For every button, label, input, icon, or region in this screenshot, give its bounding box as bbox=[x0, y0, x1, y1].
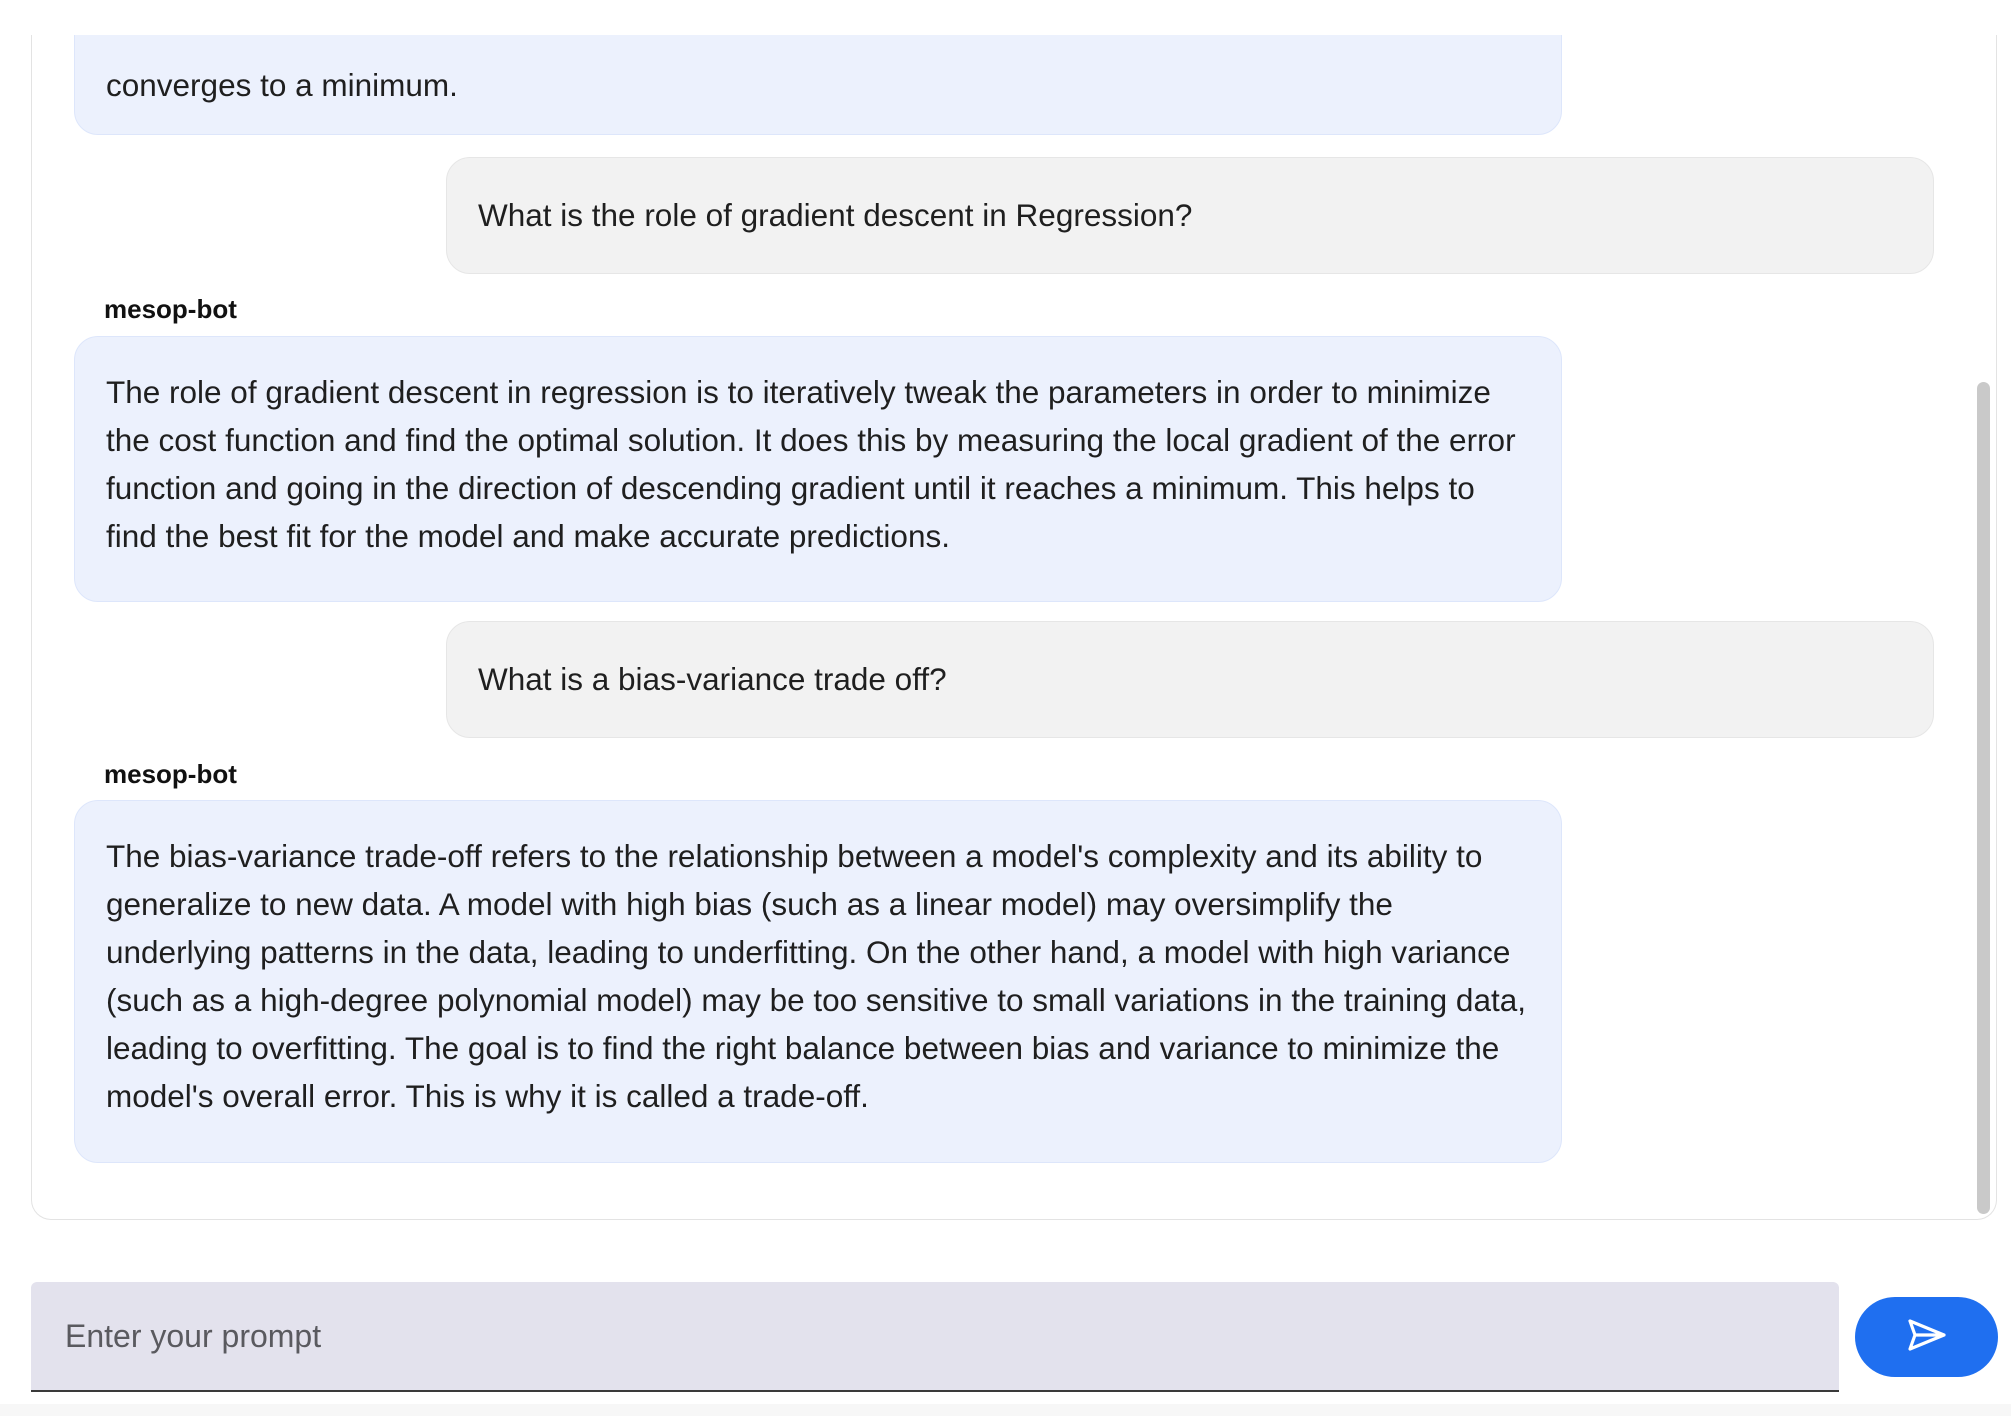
prompt-input[interactable] bbox=[63, 1316, 1807, 1356]
send-icon bbox=[1907, 1318, 1947, 1357]
user-message-bubble: What is a bias-variance trade off? bbox=[446, 621, 1934, 738]
prompt-field[interactable] bbox=[31, 1282, 1839, 1392]
bot-message-text: The bias-variance trade-off refers to th… bbox=[106, 838, 1526, 1114]
bot-message-bubble: converges to a minimum. bbox=[74, 35, 1562, 135]
bot-message-text: converges to a minimum. bbox=[106, 67, 458, 103]
scrollbar-thumb[interactable] bbox=[1977, 382, 1990, 1214]
chat-history-panel[interactable]: converges to a minimum. What is the role… bbox=[31, 35, 1997, 1220]
bot-message-text: The role of gradient descent in regressi… bbox=[106, 374, 1516, 554]
bot-message-bubble: The role of gradient descent in regressi… bbox=[74, 336, 1562, 602]
user-message-text: What is a bias-variance trade off? bbox=[478, 661, 947, 697]
page-bottom-edge bbox=[0, 1404, 2011, 1416]
bot-name-label: mesop-bot bbox=[104, 759, 237, 789]
bot-message-bubble: The bias-variance trade-off refers to th… bbox=[74, 800, 1562, 1163]
user-message-bubble: What is the role of gradient descent in … bbox=[446, 157, 1934, 274]
bot-name-label: mesop-bot bbox=[104, 294, 237, 324]
send-button[interactable] bbox=[1855, 1297, 1998, 1377]
user-message-text: What is the role of gradient descent in … bbox=[478, 197, 1193, 233]
chat-scrollbar[interactable] bbox=[1975, 35, 1991, 1219]
